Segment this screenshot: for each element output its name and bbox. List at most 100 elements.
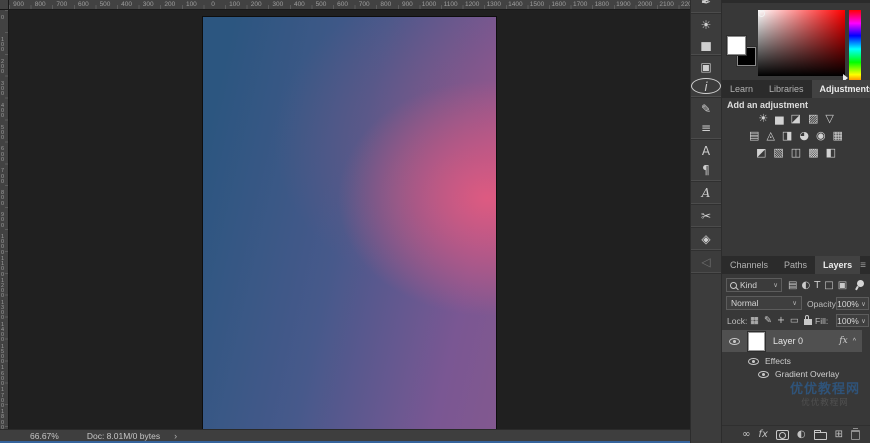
tab-adjustments[interactable]: Adjustments	[812, 80, 870, 98]
brush-settings-icon[interactable]: ✎	[691, 101, 721, 117]
vibrance-icon[interactable]: ▽	[825, 112, 833, 126]
foreground-color-swatch[interactable]	[727, 36, 746, 55]
fill-chevron[interactable]: ∨	[859, 314, 869, 327]
layer-row-selected[interactable]: Layer 0 fx ^	[722, 330, 862, 352]
tab-layers[interactable]: Layers	[815, 256, 860, 274]
color-saturation-field[interactable]	[758, 10, 845, 76]
opacity-label: Opacity:	[807, 299, 838, 309]
hue-slider[interactable]	[849, 10, 861, 88]
tab-paths[interactable]: Paths	[776, 256, 815, 274]
filter-pixel-layers-icon[interactable]: ▤	[788, 280, 797, 291]
selective-color-icon[interactable]: ◧	[826, 146, 836, 160]
filter-type-layers-icon[interactable]: T	[814, 280, 820, 291]
lock-all-icon[interactable]	[804, 319, 812, 325]
character-icon[interactable]: A	[691, 143, 721, 159]
posterize-icon[interactable]: ▧	[773, 146, 783, 160]
link-layers-icon[interactable]: ∞	[742, 429, 750, 441]
black-white-icon[interactable]: ◨	[782, 129, 792, 143]
ruler-label: 1400	[505, 0, 525, 9]
layer-filtering-toggle[interactable]	[857, 280, 864, 287]
tool-presets-icon[interactable]: ≡	[691, 120, 721, 136]
filter-adjustment-layers-icon[interactable]: ◐	[801, 280, 810, 291]
timeline-icon[interactable]: ◁	[691, 254, 721, 270]
layer-style-icon[interactable]: fx	[758, 429, 767, 441]
filter-shape-layers-icon[interactable]: □	[824, 280, 833, 291]
kind-label: Kind	[740, 280, 757, 290]
photo-filter-icon[interactable]: ◕	[799, 129, 809, 143]
histogram-icon[interactable]: ▅	[691, 36, 721, 52]
adjustment-icons-row: ☀ ▅ ◪ ▨ ▽	[722, 110, 870, 127]
dock-divider	[690, 203, 722, 205]
effects-visibility-eye-icon[interactable]	[748, 358, 759, 365]
layer-fx-badge[interactable]: fx	[839, 336, 847, 346]
fill-value-field[interactable]: 100%	[836, 314, 860, 327]
channel-mixer-icon[interactable]: ◉	[816, 129, 826, 143]
exposure-icon[interactable]: ▨	[808, 112, 818, 126]
color-balance-icon[interactable]: ◬	[766, 129, 774, 143]
glyphs-icon[interactable]: A	[691, 185, 721, 201]
blend-mode-dropdown[interactable]: Normal ∨	[726, 296, 802, 310]
gradient-map-icon[interactable]: ▩	[808, 146, 818, 160]
ruler-label: 3 0 0	[1, 82, 4, 98]
new-layer-icon[interactable]: ⊞	[835, 429, 843, 441]
gradient-overlay-visibility-eye-icon[interactable]	[758, 371, 769, 378]
curves-icon[interactable]: ◪	[791, 112, 801, 126]
lock-artboard-icon[interactable]: ▭	[790, 315, 799, 326]
opacity-value-field[interactable]: 100%	[836, 297, 860, 310]
ruler-label: 1 8 0 0	[1, 410, 4, 429]
clone-source-icon[interactable]: ▣	[691, 59, 721, 75]
threshold-icon[interactable]: ◫	[791, 146, 801, 160]
ruler-label: 100	[225, 0, 245, 9]
layer-name[interactable]: Layer 0	[773, 336, 803, 346]
history-icon[interactable]: ✒	[691, 0, 721, 10]
lock-image-pixels-icon[interactable]: ✎	[764, 315, 772, 326]
ruler-origin-corner[interactable]	[0, 0, 9, 10]
layer-visibility-eye-icon[interactable]	[729, 338, 740, 345]
info-icon[interactable]: i	[691, 78, 721, 94]
effects-row[interactable]: Effects	[748, 356, 791, 366]
chevron-down-icon: ∨	[792, 299, 797, 307]
ruler-label: 700	[354, 0, 374, 9]
tab-learn[interactable]: Learn	[722, 80, 761, 98]
layers-bottom-toolbar: ∞ fx ◐ ⊞	[722, 425, 870, 443]
gradient-overlay-row[interactable]: Gradient Overlay	[758, 369, 839, 379]
measurement-log-icon[interactable]: ✂	[691, 208, 721, 224]
add-layer-mask-icon[interactable]	[776, 430, 789, 440]
zoom-level-field[interactable]: 66.67%	[30, 431, 59, 441]
ruler-label: 7 0 0	[1, 169, 4, 185]
status-options-chevron-icon[interactable]: ›	[174, 431, 177, 441]
ruler-label: 600	[73, 0, 93, 9]
3d-icon[interactable]: ◈	[691, 231, 721, 247]
brightness-contrast-icon[interactable]: ☀	[758, 112, 768, 126]
document-size-info[interactable]: Doc: 8.01M/0 bytes	[87, 431, 160, 441]
photoshop-window: 9008007006005004003002001000100200300400…	[0, 0, 870, 443]
vertical-ruler[interactable]: 01 0 02 0 03 0 04 0 05 0 06 0 07 0 08 0 …	[0, 10, 9, 429]
levels-icon[interactable]: ▅	[775, 112, 783, 126]
collapse-effects-chevron-icon[interactable]: ^	[853, 338, 856, 345]
hue-saturation-icon[interactable]: ▤	[749, 129, 759, 143]
layer-thumbnail[interactable]	[748, 332, 765, 351]
layer-filter-kind-dropdown[interactable]: Kind ∨	[726, 278, 782, 292]
delete-layer-icon[interactable]	[851, 430, 860, 440]
tab-libraries[interactable]: Libraries	[761, 80, 812, 98]
status-bar: 66.67% Doc: 8.01M/0 bytes ›	[0, 429, 690, 441]
new-adjustment-layer-icon[interactable]: ◐	[797, 429, 806, 441]
dock-divider	[690, 180, 722, 182]
color-lookup-icon[interactable]: ▦	[833, 129, 843, 143]
tab-channels[interactable]: Channels	[722, 256, 776, 274]
horizontal-ruler[interactable]: 9008007006005004003002001000100200300400…	[9, 0, 690, 10]
adjustments-icon[interactable]: ☀	[691, 17, 721, 33]
new-group-icon[interactable]	[814, 432, 827, 440]
ruler-label: 200	[246, 0, 266, 9]
lock-position-icon[interactable]: +	[777, 315, 785, 326]
filter-smart-objects-icon[interactable]: ▣	[838, 280, 847, 291]
color-picker-marker[interactable]	[758, 10, 765, 17]
panel-menu-icon[interactable]: ≡	[860, 260, 866, 271]
lock-transparent-pixels-icon[interactable]: ▦	[750, 315, 759, 326]
color-panel-tab-strip	[722, 0, 870, 3]
paragraph-icon[interactable]: ¶	[691, 162, 721, 178]
canvas-document[interactable]	[203, 17, 496, 429]
ruler-label: 1 0 0	[1, 38, 4, 54]
invert-icon[interactable]: ◩	[756, 146, 766, 160]
opacity-chevron[interactable]: ∨	[859, 297, 869, 310]
